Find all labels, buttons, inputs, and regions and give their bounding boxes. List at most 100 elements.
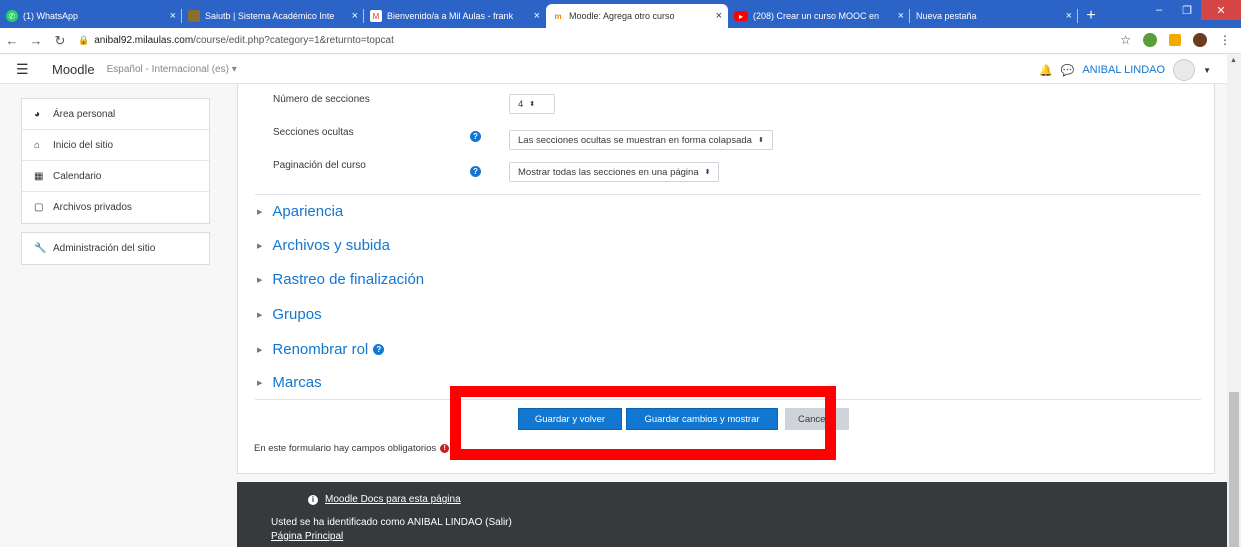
tab-title: Nueva pestaña (916, 11, 977, 21)
sidebar-item-label: Área personal (53, 108, 116, 120)
sidebar-item-calendario[interactable]: ▦ Calendario (22, 161, 209, 192)
nav-drawer-group-main: ◕ Área personal ⌂ Inicio del sitio ▦ Cal… (21, 98, 210, 224)
scroll-up-icon[interactable]: ▲ (1230, 57, 1237, 64)
calendar-icon: ▦ (34, 170, 44, 182)
sidebar-item-label: Administración del sitio (53, 243, 156, 254)
tab-title: (1) WhatsApp (23, 11, 79, 21)
tab-title: Moodle: Agrega otro curso (569, 11, 675, 21)
profile-avatar-icon[interactable] (1193, 33, 1207, 47)
browser-tab-new[interactable]: Nueva pestaña × (910, 4, 1078, 28)
sidebar-item-inicio[interactable]: ⌂ Inicio del sitio (22, 130, 209, 161)
close-tab-icon[interactable]: × (716, 10, 722, 22)
user-menu-caret-icon[interactable]: ▼ (1203, 66, 1211, 75)
tab-title: Saiutb | Sistema Académico Inte (205, 11, 335, 21)
back-arrow-icon[interactable]: ← (0, 33, 24, 48)
section-archivos-subida[interactable]: ▶ Archivos y subida (257, 237, 390, 254)
address-bar: ← → ↻ 🔒 anibal92.milaulas.com/course/edi… (0, 28, 1241, 54)
messages-icon[interactable]: 💬 (1061, 64, 1075, 77)
sidebar-item-label: Archivos privados (53, 202, 132, 213)
site-favicon-icon (188, 10, 200, 22)
reload-icon[interactable]: ↻ (48, 33, 72, 49)
browser-tab-bar: ✆ (1) WhatsApp × Saiutb | Sistema Académ… (0, 0, 1241, 28)
browser-tab-youtube[interactable]: ▸ (208) Crear un curso MOOC en × (728, 4, 910, 28)
tab-title: (208) Crear un curso MOOC en (753, 11, 880, 21)
section-marcas[interactable]: ▶ Marcas (257, 374, 322, 391)
close-tab-icon[interactable]: × (1066, 10, 1072, 22)
url-host: anibal92.milaulas.com (94, 35, 194, 46)
close-tab-icon[interactable]: × (352, 10, 358, 22)
help-icon[interactable]: ? (373, 344, 385, 355)
help-icon[interactable]: ? (470, 131, 481, 142)
extension-green-icon[interactable] (1143, 33, 1157, 47)
hamburger-menu-icon[interactable]: ☰ (16, 61, 36, 78)
sidebar-item-administracion[interactable]: 🔧 Administración del sitio (22, 233, 209, 264)
url-path: /course/edit.php?category=1&returnto=top… (193, 35, 394, 46)
restore-icon[interactable]: ❐ (1173, 0, 1201, 20)
youtube-icon: ▸ (734, 11, 748, 21)
hiddensections-select[interactable]: Las secciones ocultas se muestran en for… (509, 130, 773, 150)
moodle-icon: m (554, 11, 562, 21)
site-brand[interactable]: Moodle (52, 62, 95, 77)
url-field[interactable]: 🔒 anibal92.milaulas.com/course/edit.php?… (78, 35, 394, 46)
user-name[interactable]: ANIBAL LINDAO (1082, 64, 1165, 76)
section-renombrar-rol[interactable]: ▶ Renombrar rol? (257, 341, 385, 358)
moodle-navbar: ☰ Moodle Español - Internacional (es) ▾ … (0, 55, 1227, 84)
lock-icon: 🔒 (78, 35, 90, 45)
window-controls: – ❐ ✕ (1145, 0, 1241, 20)
browser-tab-saiutb[interactable]: Saiutb | Sistema Académico Inte × (182, 4, 364, 28)
help-icon[interactable]: ? (470, 166, 481, 177)
browser-tab-moodle[interactable]: m Moodle: Agrega otro curso × (546, 4, 728, 28)
cancel-button[interactable]: Cancelar (785, 408, 849, 430)
home-icon: ⌂ (34, 139, 41, 151)
home-page-link[interactable]: Página Principal (271, 531, 343, 542)
select-value: Las secciones ocultas se muestran en for… (518, 134, 752, 146)
forward-arrow-icon[interactable]: → (24, 33, 48, 48)
page-scrollbar[interactable]: ▲ (1227, 55, 1241, 547)
browser-tab-milaulas[interactable]: M Bienvenido/a a Mil Aulas - frank × (364, 4, 546, 28)
notifications-bell-icon[interactable]: 🔔 (1039, 64, 1053, 77)
section-grupos[interactable]: ▶ Grupos (257, 306, 322, 323)
section-apariencia[interactable]: ▶ Apariencia (257, 203, 343, 220)
save-return-button[interactable]: Guardar y volver (518, 408, 622, 430)
select-value: 4 (518, 98, 524, 110)
browser-tab-whatsapp[interactable]: ✆ (1) WhatsApp × (0, 4, 182, 28)
browser-menu-icon[interactable]: ⋮ (1219, 33, 1231, 47)
close-tab-icon[interactable]: × (534, 10, 540, 22)
caret-right-icon: ▶ (257, 242, 263, 250)
sidebar-item-area-personal[interactable]: ◕ Área personal (22, 99, 209, 130)
language-menu[interactable]: Español - Internacional (es) ▾ (107, 64, 237, 75)
bookmark-star-icon[interactable]: ☆ (1120, 33, 1131, 47)
caret-right-icon: ▶ (257, 346, 263, 354)
numsections-select[interactable]: 4 ⬍ (509, 94, 555, 114)
section-label: Grupos (272, 306, 322, 323)
save-display-button[interactable]: Guardar cambios y mostrar (626, 408, 778, 430)
section-label: Rastreo de finalización (272, 271, 425, 288)
new-tab-button[interactable]: + (1078, 4, 1104, 28)
gmail-icon: M (370, 10, 382, 22)
whatsapp-icon: ✆ (6, 10, 18, 22)
section-rastreo[interactable]: ▶ Rastreo de finalización (257, 271, 424, 288)
field-label-hiddensections: Secciones ocultas (273, 127, 354, 138)
close-window-icon[interactable]: ✕ (1201, 0, 1241, 20)
field-label-coursedisplay: Paginación del curso (273, 160, 366, 171)
required-note-text: En este formulario hay campos obligatori… (254, 443, 437, 454)
file-icon: ▢ (34, 202, 44, 213)
caret-right-icon: ▶ (257, 276, 263, 284)
divider (255, 399, 1201, 400)
moodle-docs-link[interactable]: Moodle Docs para esta página (325, 494, 461, 505)
divider (255, 194, 1201, 195)
select-arrows-icon: ⬍ (757, 137, 764, 144)
extension-briefcase-icon[interactable] (1169, 34, 1181, 46)
sidebar-item-archivos[interactable]: ▢ Archivos privados (22, 192, 209, 223)
close-tab-icon[interactable]: × (170, 10, 176, 22)
close-tab-icon[interactable]: × (898, 10, 904, 22)
wrench-icon: 🔧 (34, 243, 47, 254)
select-arrows-icon: ⬍ (704, 169, 711, 176)
user-avatar[interactable] (1173, 59, 1196, 81)
info-icon: i (308, 494, 318, 505)
minimize-icon[interactable]: – (1145, 0, 1173, 20)
caret-right-icon: ▶ (257, 208, 263, 216)
scrollbar-thumb[interactable] (1229, 392, 1239, 547)
coursedisplay-select[interactable]: Mostrar todas las secciones en una págin… (509, 162, 720, 182)
course-edit-form: Número de secciones 4 ⬍ Secciones ocultas… (237, 84, 1215, 474)
